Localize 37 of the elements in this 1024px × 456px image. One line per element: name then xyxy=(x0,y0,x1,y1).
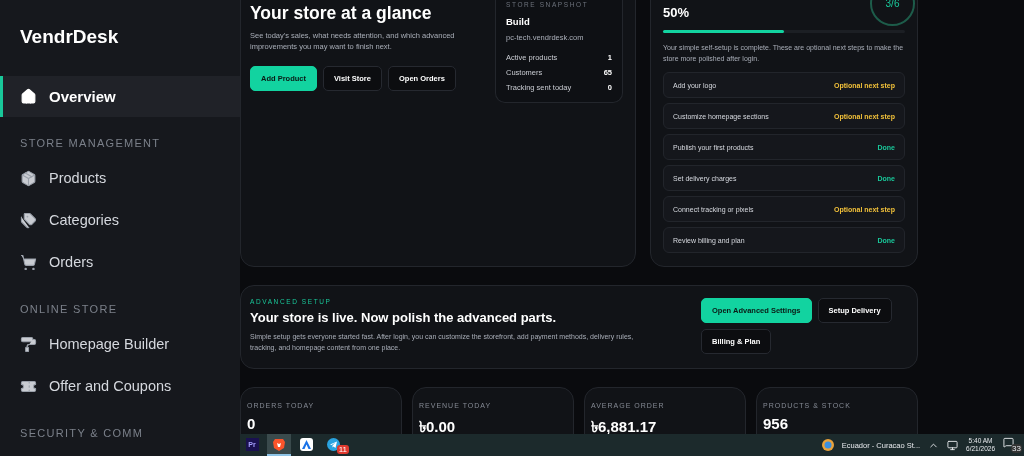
stat-value: ৳6,881.17 xyxy=(591,417,658,434)
stat-value: 0 xyxy=(247,415,257,432)
progress-ring: 3/6 xyxy=(870,0,915,26)
nav-item[interactable]: Homepage Builder xyxy=(0,323,240,365)
nav-label: Products xyxy=(49,170,107,186)
section-heading: ONLINE STORE xyxy=(19,302,119,317)
card-title: Your store is live. Now polish the advanced parts. xyxy=(250,310,558,325)
globe-icon xyxy=(821,439,834,451)
nav-item[interactable]: Offer and Coupons xyxy=(0,365,240,407)
nav-label: Categories xyxy=(49,212,120,228)
nav-item[interactable]: Orders xyxy=(0,241,240,283)
lion-head-icon xyxy=(273,437,285,451)
section-heading: SECURITY & COMM xyxy=(19,426,145,441)
nav-item[interactable]: Overview xyxy=(0,76,240,117)
nav-label: Overview xyxy=(49,88,116,105)
notification-button[interactable]: 33 xyxy=(1003,437,1022,453)
roller-icon xyxy=(20,335,37,353)
nav-item[interactable]: Products xyxy=(0,157,240,199)
cart-icon xyxy=(20,253,37,271)
count-badge: 11 xyxy=(336,445,349,454)
home-icon xyxy=(20,88,37,105)
monitor-icon[interactable] xyxy=(947,439,959,451)
section-heading: STORE MANAGEMENT xyxy=(19,136,162,151)
stat-value: 956 xyxy=(763,415,790,432)
triangle-logo-icon xyxy=(299,437,313,451)
store-name: Build xyxy=(506,16,531,27)
nav-label: Homepage Builder xyxy=(49,336,170,352)
box-icon xyxy=(20,169,37,187)
tags-icon xyxy=(20,211,37,229)
card-title: Your store at a glance xyxy=(250,3,433,24)
brand-name: VendrDesk xyxy=(19,26,120,48)
nav-label: Offer and Coupons xyxy=(49,378,172,394)
stat-value: ৳0.00 xyxy=(419,417,457,434)
nav-item[interactable]: Categories xyxy=(0,199,240,241)
paper-plane-icon xyxy=(326,437,340,451)
nav-label: Orders xyxy=(49,254,94,270)
progress-percent: 50% xyxy=(663,5,691,20)
